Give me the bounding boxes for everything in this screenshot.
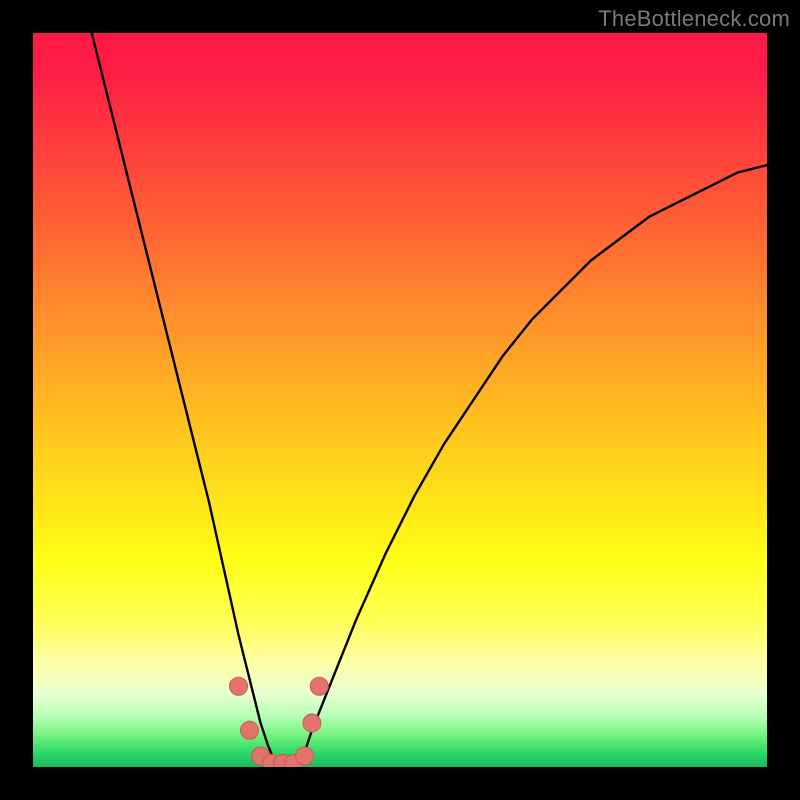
bottleneck-curve xyxy=(92,33,767,765)
chart-frame: TheBottleneck.com xyxy=(0,0,800,800)
highlight-marker xyxy=(296,747,314,765)
highlight-marker xyxy=(303,714,321,732)
highlight-markers xyxy=(230,677,329,767)
highlight-marker xyxy=(230,677,248,695)
bottleneck-curve-svg xyxy=(33,33,767,767)
highlight-marker xyxy=(241,721,259,739)
highlight-marker xyxy=(310,677,328,695)
watermark-text: TheBottleneck.com xyxy=(598,6,790,32)
plot-area xyxy=(33,33,767,767)
